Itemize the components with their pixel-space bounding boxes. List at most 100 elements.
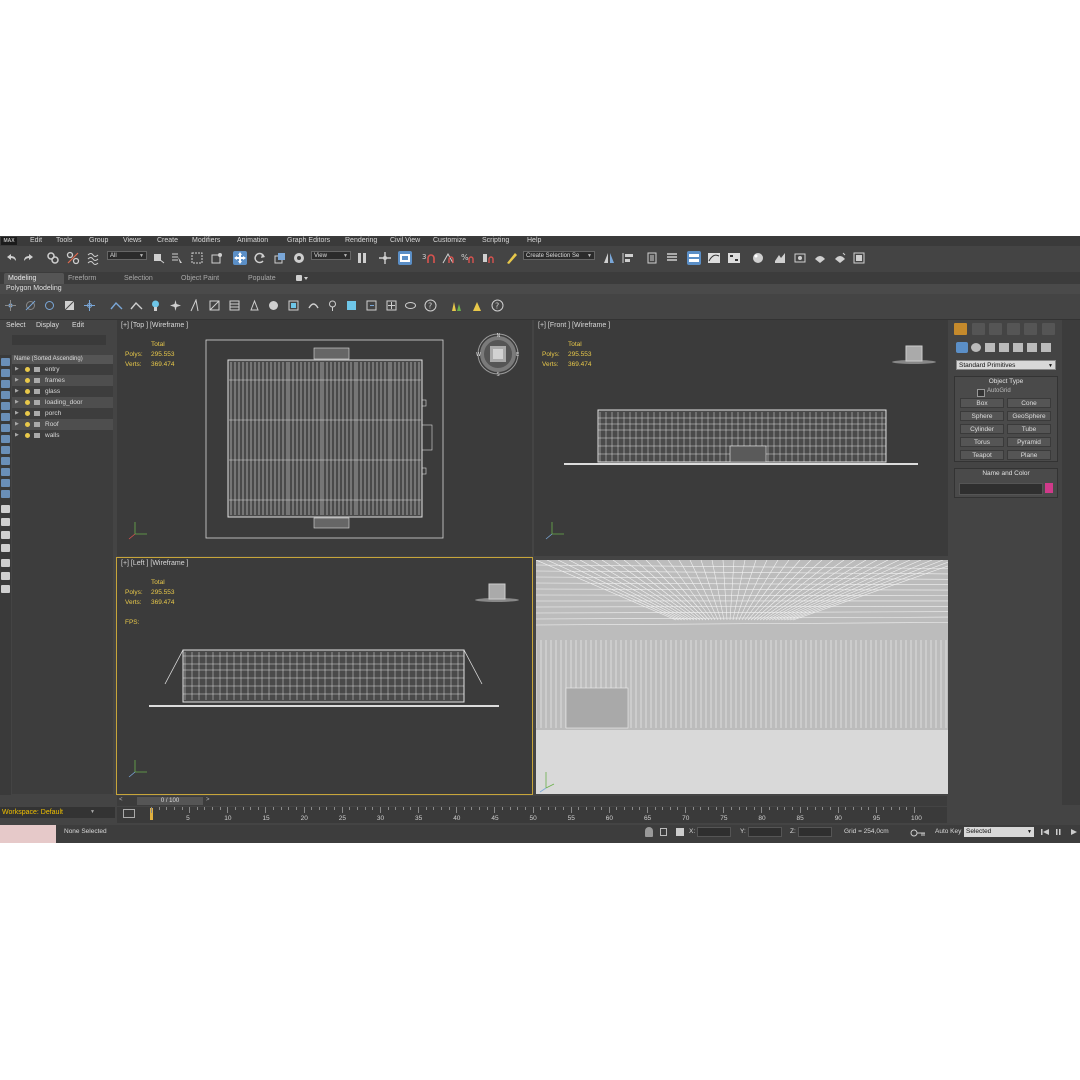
named-selection-sets-dropdown[interactable]: Create Selection Se ▼ [523,251,595,260]
menu-help[interactable]: Help [527,236,541,246]
select-none-icon[interactable] [1,531,10,539]
undo-icon[interactable] [4,251,18,265]
torus-button[interactable]: Torus [960,437,1004,447]
scene-explorer-toggle-icon[interactable] [665,251,679,265]
edit-named-selection-icon[interactable] [505,251,519,265]
spinner-snap-icon[interactable] [481,251,495,265]
display-frozen-icon[interactable] [1,479,10,487]
display-bones-icon[interactable] [1,457,10,465]
go-to-start-icon[interactable] [1041,829,1049,835]
utilities-tab-icon[interactable] [1042,323,1055,335]
expand-arrow-icon[interactable]: ▶ [15,364,19,375]
edge-mode-icon[interactable] [24,299,37,312]
bridge-icon[interactable] [307,299,320,312]
time-slider-thumb[interactable]: 0 / 100 [137,797,203,805]
visibility-bulb-icon[interactable] [25,400,30,405]
display-cameras-icon[interactable] [1,402,10,410]
expand-arrow-icon[interactable]: ▶ [15,375,19,386]
display-warps-icon[interactable] [1,424,10,432]
bind-space-warp-icon[interactable] [86,251,100,265]
mirror-icon[interactable] [602,251,616,265]
menu-civil-view[interactable]: Civil View [390,236,420,246]
visibility-bulb-icon[interactable] [25,422,30,427]
maxscript-listener-mini[interactable] [0,825,56,843]
autogrid-checkbox[interactable] [977,389,985,397]
select-and-move-icon[interactable] [233,251,247,265]
polygon-modeling-label[interactable]: Polygon Modeling [6,284,62,294]
percent-snap-icon[interactable]: % [461,251,475,265]
display-xrefs-icon[interactable] [1,446,10,454]
display-containers-icon[interactable] [1,468,10,476]
y-coordinate-field[interactable] [748,827,782,837]
cone-button[interactable]: Cone [1007,398,1051,408]
cut-icon[interactable] [188,298,201,312]
menu-views[interactable]: Views [123,236,142,246]
geosphere-button[interactable]: GeoSphere [1007,411,1051,421]
select-and-rotate-icon[interactable] [253,251,267,265]
select-all-icon[interactable] [1,518,10,526]
viewport-left[interactable]: [+] [Left ] [Wireframe ] Total Polys: 295… [116,557,533,795]
lights-category-icon[interactable] [985,343,995,352]
cameras-category-icon[interactable] [999,343,1009,352]
list-item[interactable]: ▶ frames [12,375,113,386]
chamfer-icon[interactable] [365,299,378,312]
bevel-icon[interactable] [267,299,280,312]
angle-snap-icon[interactable] [441,251,455,265]
visibility-bulb-icon[interactable] [25,433,30,438]
time-prev-icon[interactable]: < [119,797,123,803]
list-item[interactable]: ▶ loading_door [12,397,113,408]
expand-arrow-icon[interactable]: ▶ [15,430,19,441]
swift-loop-icon[interactable] [404,299,417,312]
display-groups-icon[interactable] [1,435,10,443]
polygon-mode-icon[interactable] [63,299,76,312]
visibility-bulb-icon[interactable] [25,367,30,372]
mini-curve-editor-icon[interactable] [123,809,135,818]
burst-icon[interactable] [169,299,182,312]
explorer-edit-menu[interactable]: Edit [72,322,84,329]
viewport-top[interactable]: [+] [Top ] [Wireframe ] Total Polys: 295.… [117,320,532,556]
app-logo[interactable]: MAX [1,237,17,245]
select-and-link-icon[interactable] [46,251,60,265]
connect-icon[interactable] [345,299,358,312]
slice-plane-icon[interactable] [208,299,221,312]
weld-icon[interactable] [326,299,339,312]
manage-layers-icon[interactable] [645,251,659,265]
menu-modifiers[interactable]: Modifiers [192,236,220,246]
track-bar[interactable]: 5 10 15 20 25 30 35 40 45 50 55 60 65 70 75 80 85 90 95 100 [117,807,947,823]
manipulate-icon[interactable] [378,251,392,265]
rendered-frame-window-icon[interactable] [793,251,807,265]
render-setup-icon[interactable] [773,251,787,265]
explorer-display-menu[interactable]: Display [36,322,59,329]
object-color-swatch[interactable] [1045,483,1053,493]
schematic-view-icon[interactable] [727,251,741,265]
sort-icon[interactable] [1,585,10,593]
set-key-icon[interactable] [910,829,926,837]
visibility-bulb-icon[interactable] [25,411,30,416]
geometry-category-icon[interactable] [956,342,968,353]
tube-button[interactable]: Tube [1007,424,1051,434]
border-mode-icon[interactable] [43,299,56,312]
tab-populate[interactable]: Populate [244,273,280,284]
window-crossing-icon[interactable] [210,251,224,265]
object-name-input[interactable] [959,483,1043,495]
tab-object-paint[interactable]: Object Paint [177,273,223,284]
modify-mode-icon[interactable] [110,299,123,312]
display-helpers-icon[interactable] [1,413,10,421]
workspace-selector[interactable]: Workspace: Default ▼ [0,807,115,818]
pivot-center-icon[interactable] [355,251,369,265]
selection-filter-dropdown[interactable]: All ▼ [107,251,147,260]
select-invert-icon[interactable] [1,544,10,552]
reference-coordinate-dropdown[interactable]: View ▼ [311,251,351,260]
menu-create[interactable]: Create [157,236,178,246]
menu-rendering[interactable]: Rendering [345,236,377,246]
light-bulb-icon[interactable] [149,299,162,312]
ribbon-toggle-icon[interactable] [687,251,701,265]
select-and-place-icon[interactable] [292,251,306,265]
viewport-front[interactable]: [+] [Front ] [Wireframe ] Total Polys: 29… [534,320,948,556]
time-next-icon[interactable]: > [206,797,210,803]
expand-arrow-icon[interactable]: ▶ [15,408,19,419]
element-mode-icon[interactable] [83,299,96,312]
ribbon-options-icon[interactable] [295,274,309,282]
list-item[interactable]: ▶ porch [12,408,113,419]
teapot-button[interactable]: Teapot [960,450,1004,460]
